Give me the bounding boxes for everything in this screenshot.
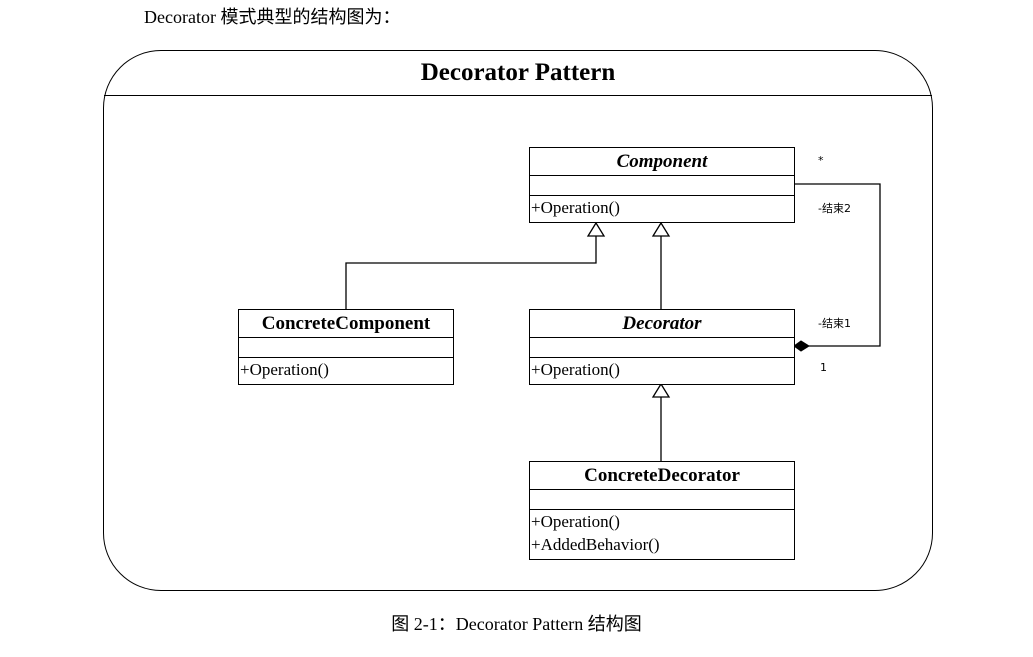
class-decorator-name: Decorator: [530, 310, 794, 338]
end1-role-label: -结束1: [818, 317, 851, 330]
operation: +AddedBehavior(): [531, 535, 660, 554]
class-concrete-decorator-attributes: [530, 490, 794, 510]
class-component-name: Component: [530, 148, 794, 176]
class-concrete-decorator-name: ConcreteDecorator: [530, 462, 794, 490]
end1-multiplicity: 1: [820, 361, 827, 374]
generalization-arrowhead-left: [586, 221, 606, 237]
end2-multiplicity: *: [818, 154, 824, 167]
class-component-operations: +Operation(): [530, 196, 794, 219]
operation: +Operation(): [240, 360, 329, 379]
class-component-attributes: [530, 176, 794, 196]
operation: +Operation(): [531, 512, 620, 531]
class-decorator-operations: +Operation(): [530, 358, 794, 381]
figure-caption: 图 2-1：Decorator Pattern 结构图: [391, 614, 642, 634]
generalization-arrowhead-bottom: [651, 382, 671, 398]
class-concrete-decorator[interactable]: ConcreteDecorator +Operation() +AddedBeh…: [529, 461, 795, 560]
class-concrete-component[interactable]: ConcreteComponent +Operation(): [238, 309, 454, 385]
operation: +Operation(): [531, 360, 620, 379]
class-component[interactable]: Component +Operation(): [529, 147, 795, 223]
operation: +Operation(): [531, 198, 620, 217]
aggregation-diamond: [793, 340, 810, 352]
generalization-arrowhead-right: [651, 221, 671, 237]
class-concrete-decorator-operations: +Operation() +AddedBehavior(): [530, 510, 794, 556]
class-concrete-component-attributes: [239, 338, 453, 358]
class-concrete-component-name: ConcreteComponent: [239, 310, 453, 338]
generalization-concretecomponent-line: [345, 236, 597, 309]
class-concrete-component-operations: +Operation(): [239, 358, 453, 381]
connectors: [345, 183, 881, 461]
class-decorator[interactable]: Decorator +Operation(): [529, 309, 795, 385]
end2-role-label: -结束2: [818, 202, 851, 215]
class-decorator-attributes: [530, 338, 794, 358]
